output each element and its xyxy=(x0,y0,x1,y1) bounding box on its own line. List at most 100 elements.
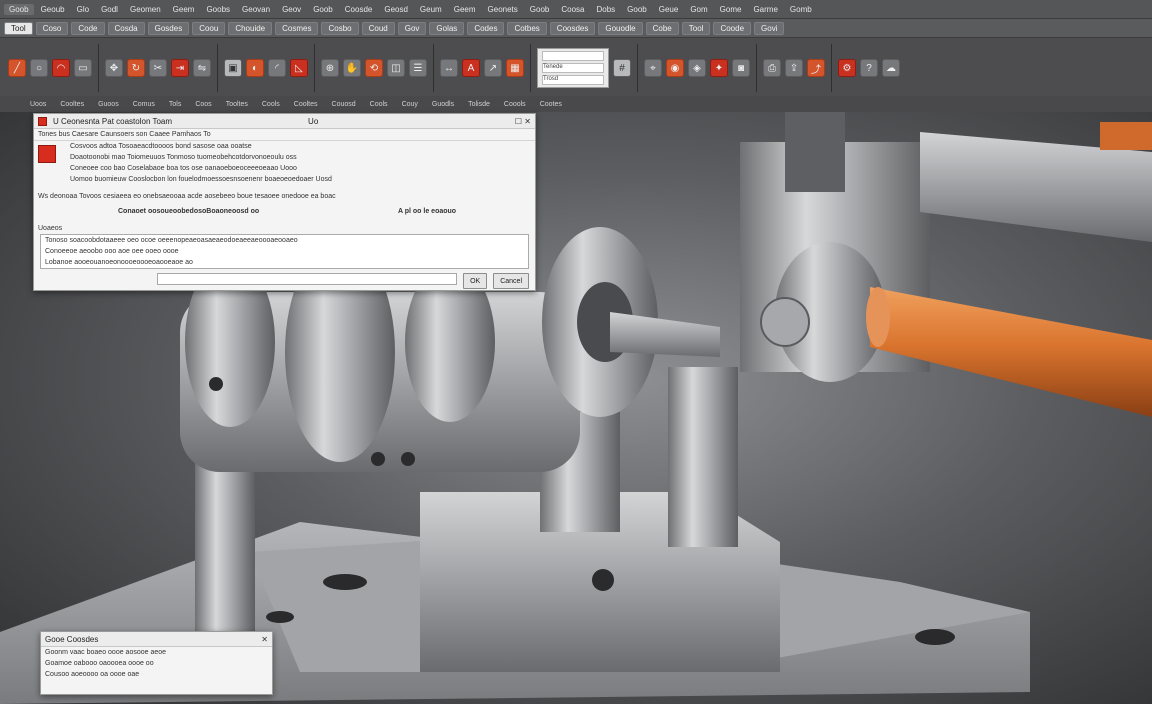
properties-field-2[interactable]: Tenede xyxy=(542,63,604,73)
fillet-tool-icon[interactable]: ◜ xyxy=(268,59,286,77)
camera-tool-icon[interactable]: ◙ xyxy=(732,59,750,77)
menu-item[interactable]: Geonets xyxy=(483,4,523,15)
ribbon-tab[interactable]: Coosdes xyxy=(549,21,596,35)
menu-item[interactable]: Gom xyxy=(685,4,712,15)
ribbon-tab[interactable]: Cosda xyxy=(107,21,145,35)
menu-item[interactable]: Gome xyxy=(715,4,747,15)
rotate-tool-icon[interactable]: ↻ xyxy=(127,59,145,77)
list-item[interactable]: Conoeeoe aeoobo ooo aoe oee ooeo oooe xyxy=(41,246,528,257)
menu-item[interactable]: Goob xyxy=(308,4,338,15)
ribbon-group-label: Tols xyxy=(168,100,182,108)
header-text: Tones bus Caesare Caunsoers son Caaee Pa… xyxy=(38,131,211,138)
menu-item[interactable]: Garme xyxy=(748,4,782,15)
section-tool-icon[interactable]: ◫ xyxy=(387,59,405,77)
properties-field-3[interactable]: Trosd xyxy=(542,75,604,85)
list-item[interactable]: Lobanoe aooeouanoeonoooeoooeoaooeaoe ao xyxy=(41,257,528,268)
trim-tool-icon[interactable]: ✂ xyxy=(149,59,167,77)
material-tool-icon[interactable]: ◈ xyxy=(688,59,706,77)
ribbon-tab[interactable]: Golas xyxy=(429,21,465,35)
menu-item[interactable]: Gomb xyxy=(785,4,817,15)
command-input[interactable] xyxy=(157,273,458,285)
ribbon-tab[interactable]: Codes xyxy=(467,21,505,35)
circle-tool-icon[interactable]: ○ xyxy=(30,59,48,77)
zoom-tool-icon[interactable]: ⊕ xyxy=(321,59,339,77)
ribbon-tab[interactable]: Gosdes xyxy=(147,21,190,35)
menu-item[interactable]: Coosde xyxy=(340,4,378,15)
menu-item[interactable]: Goob xyxy=(4,3,34,15)
chamfer-tool-icon[interactable]: ◺ xyxy=(290,59,308,77)
share-tool-icon[interactable]: ⤴ xyxy=(807,59,825,77)
menu-item[interactable]: Geem xyxy=(449,4,481,15)
ribbon-group-label: Guodls xyxy=(431,100,455,108)
move-tool-icon[interactable]: ✥ xyxy=(105,59,123,77)
dialog-row: Coneoee coo bao Coselabaoe boa tos ose o… xyxy=(70,165,297,172)
menu-item[interactable]: Geomen xyxy=(125,4,166,15)
extrude-tool-icon[interactable]: ▣ xyxy=(224,59,242,77)
orbit-tool-icon[interactable]: ⟲ xyxy=(365,59,383,77)
ribbon-tab[interactable]: Coou xyxy=(192,21,226,35)
properties-field-1[interactable] xyxy=(542,51,604,61)
tool-group-draw: ╱ ○ ◠ ▭ xyxy=(2,44,99,92)
menu-item[interactable]: Glo xyxy=(72,4,94,15)
line-tool-icon[interactable]: ╱ xyxy=(8,59,26,77)
ribbon-group-label: Coos xyxy=(195,100,212,108)
extend-tool-icon[interactable]: ⇥ xyxy=(171,59,189,77)
ribbon-tab[interactable]: Govi xyxy=(754,21,785,35)
ribbon-tab[interactable]: Cosmes xyxy=(275,21,319,35)
menu-item[interactable]: Godl xyxy=(96,4,123,15)
cloud-tool-icon[interactable]: ☁ xyxy=(882,59,900,77)
ribbon-group-label: Coools xyxy=(503,100,526,108)
bolt xyxy=(401,452,415,466)
grid-tool-icon[interactable]: # xyxy=(613,59,631,77)
menu-item[interactable]: Geue xyxy=(654,4,684,15)
export-tool-icon[interactable]: ⇪ xyxy=(785,59,803,77)
menu-item[interactable]: Geoub xyxy=(36,4,70,15)
menu-item[interactable]: Goob xyxy=(622,4,652,15)
ribbon-tab[interactable]: Tool xyxy=(4,21,33,35)
pan-tool-icon[interactable]: ✋ xyxy=(343,59,361,77)
menu-item[interactable]: Geem xyxy=(168,4,200,15)
ribbon-tab[interactable]: Chouide xyxy=(228,21,273,35)
list-item[interactable]: Tonoso soacoobdotaaeee oeo ocoe oeeenope… xyxy=(41,235,528,246)
render-tool-icon[interactable]: ◉ xyxy=(666,59,684,77)
menu-item[interactable]: Geov xyxy=(277,4,306,15)
settings-tool-icon[interactable]: ⚙ xyxy=(838,59,856,77)
copper-rod-end xyxy=(866,287,890,347)
help-tool-icon[interactable]: ? xyxy=(860,59,878,77)
ribbon-tab[interactable]: Coode xyxy=(713,21,752,35)
ribbon-tab[interactable]: Code xyxy=(71,21,105,35)
menu-item[interactable]: Goobs xyxy=(201,4,235,15)
revolve-tool-icon[interactable]: ◐ xyxy=(246,59,264,77)
close-icon[interactable]: ✕ xyxy=(261,635,268,644)
ribbon-tab[interactable]: Coso xyxy=(35,21,69,35)
menu-item[interactable]: Geovan xyxy=(237,4,275,15)
menu-item[interactable]: Coosa xyxy=(556,4,589,15)
menu-item[interactable]: Geum xyxy=(415,4,447,15)
ok-button[interactable]: OK xyxy=(463,273,488,289)
tool-group-annotate: ↔ A ↗ ▦ xyxy=(434,44,531,92)
cancel-button[interactable]: Cancel xyxy=(493,273,529,289)
ribbon-tab[interactable]: Cosbo xyxy=(321,21,359,35)
print-tool-icon[interactable]: ⎙ xyxy=(763,59,781,77)
ribbon-tab[interactable]: Cobe xyxy=(645,21,679,35)
dimension-tool-icon[interactable]: ↔ xyxy=(440,59,458,77)
text-tool-icon[interactable]: A xyxy=(462,59,480,77)
ribbon-tab[interactable]: Gov xyxy=(397,21,427,35)
measure-tool-icon[interactable]: ⌖ xyxy=(644,59,662,77)
menu-item[interactable]: Dobs xyxy=(591,4,620,15)
table-tool-icon[interactable]: ▦ xyxy=(506,59,524,77)
dialog-list[interactable]: Tonoso soacoobdotaaeee oeo ocoe oeeenope… xyxy=(40,234,529,269)
ribbon-tab[interactable]: Tool xyxy=(681,21,711,35)
menu-item[interactable]: Goob xyxy=(525,4,555,15)
leader-tool-icon[interactable]: ↗ xyxy=(484,59,502,77)
light-tool-icon[interactable]: ✦ xyxy=(710,59,728,77)
mirror-tool-icon[interactable]: ⇋ xyxy=(193,59,211,77)
arc-tool-icon[interactable]: ◠ xyxy=(52,59,70,77)
ribbon-tab[interactable]: Gouodle xyxy=(598,21,643,35)
menu-item[interactable]: Geosd xyxy=(379,4,413,15)
ribbon-tab[interactable]: Coud xyxy=(361,21,395,35)
rect-tool-icon[interactable]: ▭ xyxy=(74,59,92,77)
ribbon-tab[interactable]: Cotbes xyxy=(507,21,547,35)
layer-tool-icon[interactable]: ☰ xyxy=(409,59,427,77)
close-icon[interactable]: ☐ ✕ xyxy=(515,117,531,126)
